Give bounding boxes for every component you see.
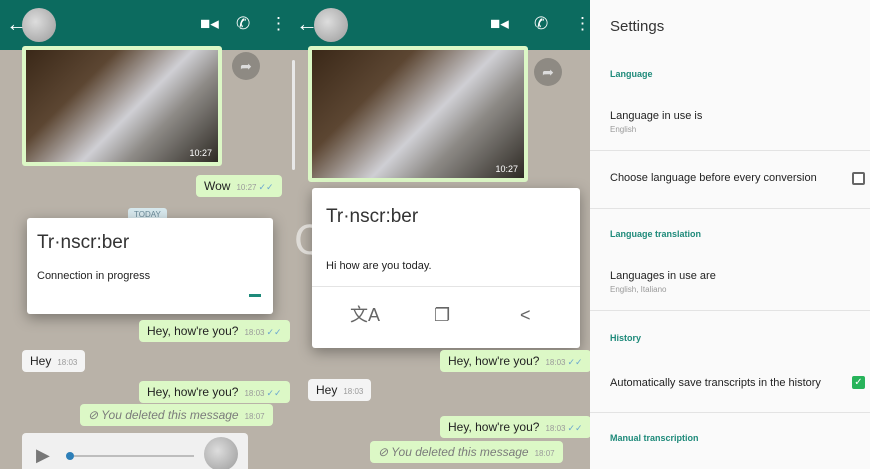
phone-icon[interactable]: ✆ — [534, 14, 548, 34]
forward-icon[interactable]: ➦ — [232, 52, 260, 80]
audio-progress-track[interactable] — [74, 455, 194, 457]
dialog-status: Connection in progress — [37, 270, 151, 282]
phone-icon[interactable]: ✆ — [236, 14, 250, 34]
message-time: 10:27 — [495, 164, 518, 174]
audio-seek-handle[interactable] — [66, 452, 74, 460]
outgoing-message[interactable]: Hey, how're you? 18:03 ✓✓ — [139, 320, 290, 342]
chat-header: ← ■◂ ✆ ⋮ — [0, 0, 290, 50]
message-time: 18:07 — [534, 449, 555, 458]
message-time: 18:07 — [244, 412, 265, 421]
outgoing-message[interactable]: Hey, how're you? 18:03 ✓✓ — [440, 416, 590, 438]
check-icon: ✓✓ — [567, 423, 583, 433]
progress-indicator — [249, 294, 261, 297]
sender-avatar — [204, 437, 238, 469]
more-vert-icon[interactable]: ⋮ — [574, 14, 590, 34]
message-time: 10:27 — [189, 148, 212, 158]
transcriber-dialog: Tr·nscr:ber Hi how are you today. 文A ❐ < — [312, 188, 580, 348]
message-text: You deleted this message — [101, 408, 239, 422]
forward-icon[interactable]: ➦ — [534, 58, 562, 86]
voice-message[interactable]: ▶ — [22, 433, 248, 469]
choose-language-label: Choose language before every conversion — [610, 172, 817, 184]
message-time: 18:03 — [545, 358, 566, 367]
check-icon: ✓✓ — [258, 182, 274, 192]
image-message[interactable]: 10:27 — [308, 46, 528, 182]
message-time: 10:27 — [236, 183, 257, 192]
outgoing-message[interactable]: Hey, how're you? 18:03 ✓✓ — [440, 350, 590, 372]
section-manual-transcription: Manual transcription — [610, 433, 699, 443]
section-language: Language — [610, 69, 653, 79]
message-text: Hey, how're you? — [147, 324, 239, 338]
message-time: 18:03 — [244, 389, 265, 398]
transcriber-dialog: Tr·nscr:ber Connection in progress — [27, 218, 273, 314]
message-text: Hey — [30, 354, 52, 368]
message-text: Hey — [316, 383, 338, 397]
translate-icon[interactable]: 文A — [350, 305, 380, 325]
contact-avatar[interactable] — [22, 8, 56, 42]
more-vert-icon[interactable]: ⋮ — [270, 14, 287, 34]
languages-value: English, Italiano — [610, 285, 667, 294]
deleted-message[interactable]: ⊘ You deleted this message 18:07 — [80, 404, 273, 426]
message-time: 18:03 — [57, 358, 78, 367]
settings-title: Settings — [610, 18, 665, 35]
outgoing-message[interactable]: Wow 10:27 ✓✓ — [196, 175, 282, 197]
video-call-icon[interactable]: ■◂ — [200, 14, 219, 34]
divider — [590, 412, 870, 413]
message-text: Hey, how're you? — [147, 385, 239, 399]
share-icon[interactable]: < — [520, 305, 531, 325]
contact-avatar[interactable] — [314, 8, 348, 42]
check-icon[interactable]: ✓ — [852, 376, 865, 389]
settings-panel: Settings Language Language in use is Eng… — [590, 0, 870, 469]
copy-icon[interactable]: ❐ — [434, 305, 450, 325]
watermark: Quantrimang — [294, 218, 581, 264]
divider — [590, 150, 870, 151]
block-icon: ⊘ — [378, 445, 392, 459]
deleted-message[interactable]: ⊘ You deleted this message 18:07 — [370, 441, 563, 463]
message-time: 18:03 — [545, 424, 566, 433]
incoming-message[interactable]: Hey 18:03 — [22, 350, 86, 372]
block-icon: ⊘ — [88, 408, 102, 422]
languages-in-use-label[interactable]: Languages in use are — [610, 270, 716, 282]
chat-panel-left: ← ■◂ ✆ ⋮ 10:27 ➦ Wow 10:27 ✓✓ TODAY Tr·nsc… — [0, 0, 290, 469]
play-icon[interactable]: ▶ — [36, 445, 50, 466]
language-in-use-label[interactable]: Language in use is — [610, 110, 702, 122]
choose-language-checkbox[interactable] — [852, 172, 865, 185]
language-value: English — [610, 125, 637, 134]
message-time: 18:03 — [343, 387, 364, 396]
dialog-actions: 文A ❐ < — [312, 286, 580, 348]
check-icon: ✓✓ — [266, 388, 282, 398]
auto-save-label: Automatically save transcripts in the hi… — [610, 377, 821, 389]
check-icon: ✓✓ — [266, 327, 282, 337]
message-time: 18:03 — [244, 328, 265, 337]
scrollbar[interactable] — [292, 60, 295, 170]
dialog-title: Tr·nscr:ber — [37, 232, 130, 253]
video-call-icon[interactable]: ■◂ — [490, 14, 509, 34]
chat-header: ← ■◂ ✆ ⋮ — [290, 0, 590, 50]
image-message[interactable]: 10:27 — [22, 46, 222, 166]
divider — [590, 208, 870, 209]
incoming-message[interactable]: Hey 18:03 — [308, 379, 372, 401]
message-text: Wow — [204, 179, 231, 193]
message-text: Hey, how're you? — [448, 420, 540, 434]
section-history: History — [610, 333, 642, 343]
message-text: Hey, how're you? — [448, 354, 540, 368]
divider — [590, 310, 870, 311]
check-icon: ✓✓ — [567, 357, 583, 367]
outgoing-message[interactable]: Hey, how're you? 18:03 ✓✓ — [139, 381, 290, 403]
message-text: You deleted this message — [391, 445, 529, 459]
section-language-translation: Language translation — [610, 229, 702, 239]
